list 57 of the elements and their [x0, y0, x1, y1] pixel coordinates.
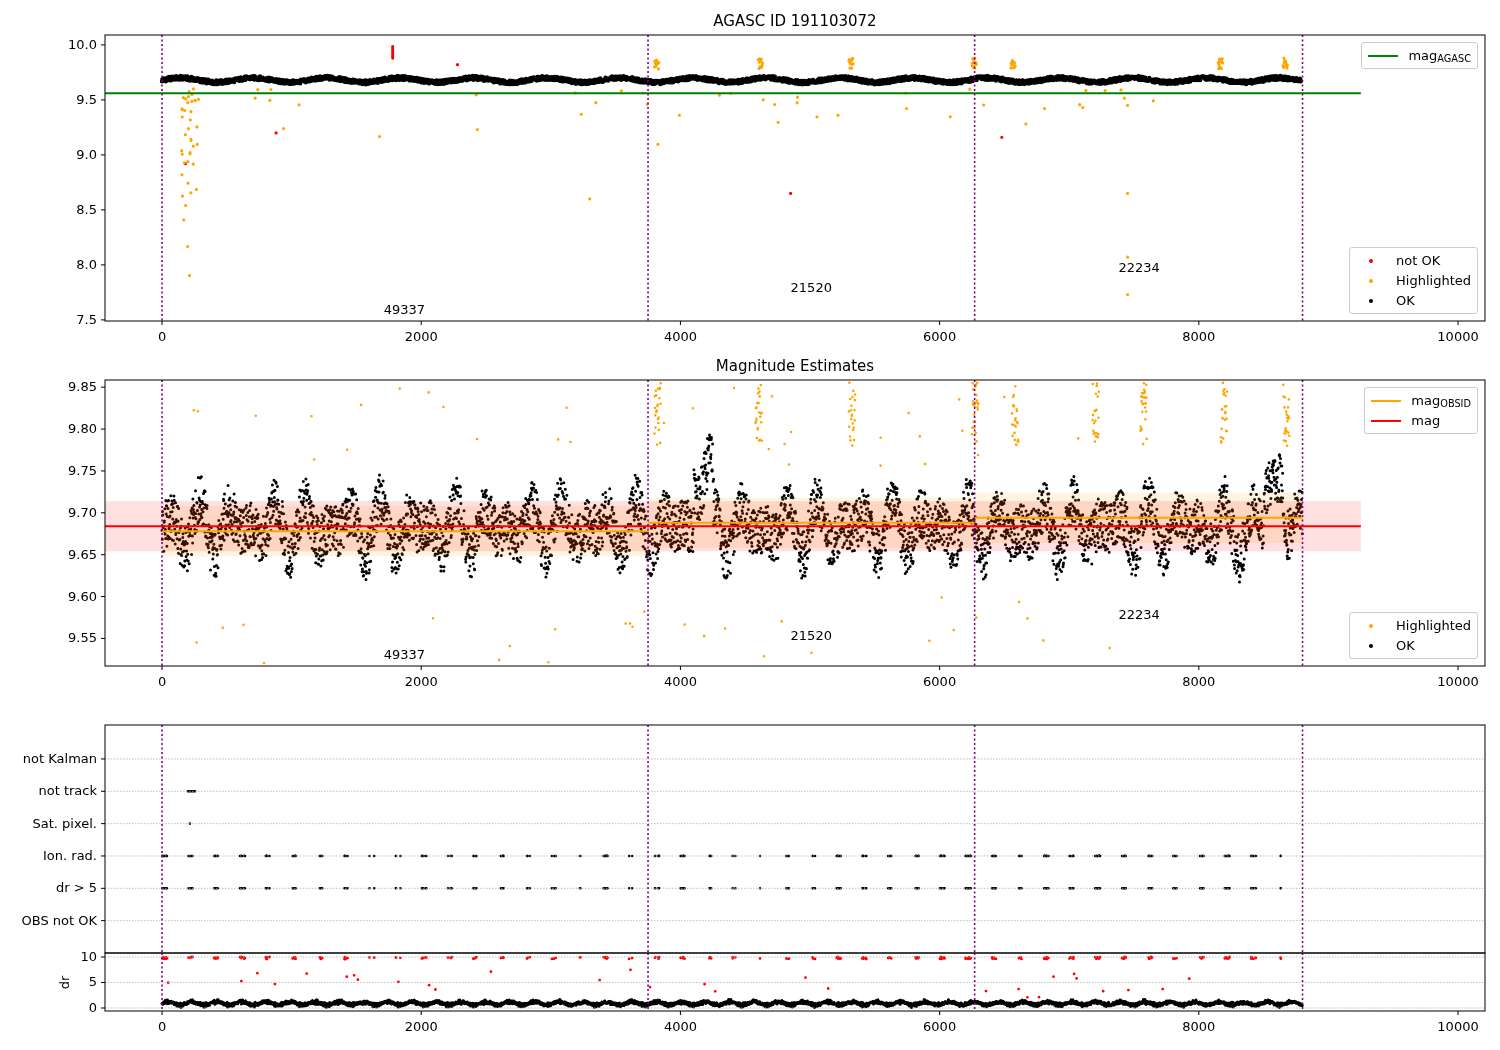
x-tick-label: 8000 — [1182, 1019, 1216, 1034]
y-tick-label: 9.85 — [68, 379, 97, 395]
chart-title: Magnitude Estimates — [715, 356, 875, 376]
y-tick-label: 10.0 — [68, 36, 97, 52]
annotation-label: 21520 — [790, 628, 832, 644]
y-tick-label: Ion. rad. — [43, 847, 97, 863]
y-tick-label: 7.5 — [76, 311, 97, 327]
legend-label: mag$_{AGASC}$ — [1408, 47, 1471, 64]
y-tick-label: 9.0 — [76, 146, 97, 162]
legend-label: OK — [1396, 637, 1415, 654]
x-tick-label: 6000 — [923, 1019, 957, 1034]
annotation-label: 49337 — [383, 647, 425, 663]
y-tick-label: 8.5 — [76, 201, 97, 217]
x-tick-label: 8000 — [1182, 329, 1216, 344]
annotation-label: 22234 — [1118, 259, 1160, 275]
x-tick-label: 2000 — [404, 674, 438, 689]
y-tick-label: 9.5 — [76, 91, 97, 107]
y-tick-label: 9.55 — [68, 630, 97, 646]
x-tick-label: 4000 — [663, 674, 697, 689]
y-tick-label: not track — [38, 783, 97, 799]
x-tick-label: 0 — [157, 329, 167, 344]
legend-label: mag — [1411, 412, 1441, 429]
y-tick-label: OBS not OK — [21, 912, 97, 928]
y-tick-label: 10 — [80, 948, 97, 964]
legend-label: mag$_{OBSID}$ — [1411, 392, 1471, 409]
y-tick-label: 9.70 — [68, 504, 97, 520]
annotation-label: 21520 — [790, 280, 832, 296]
x-tick-label: 10000 — [1437, 329, 1479, 344]
y-tick-label: Sat. pixel. — [32, 815, 97, 831]
y-tick-label: 0 — [88, 1000, 97, 1015]
figure-title: AGASC ID 191103072 — [713, 11, 877, 31]
x-tick-label: 2000 — [404, 1019, 438, 1034]
y-tick-label: 9.65 — [68, 546, 97, 562]
y-tick-label: 5 — [88, 974, 97, 990]
annotation-label: 22234 — [1118, 607, 1160, 623]
legend-label: Highlighted — [1396, 617, 1471, 634]
axis-label: dr — [57, 975, 73, 990]
x-tick-label: 10000 — [1437, 1019, 1479, 1034]
x-tick-label: 2000 — [404, 329, 438, 344]
y-tick-label: dr > 5 — [55, 880, 97, 896]
x-tick-label: 6000 — [923, 329, 957, 344]
x-tick-label: 0 — [157, 674, 167, 689]
y-tick-label: 8.0 — [76, 256, 97, 272]
x-tick-label: 10000 — [1437, 674, 1479, 689]
y-tick-label: 9.75 — [68, 462, 97, 478]
y-tick-label: 9.80 — [68, 421, 97, 437]
legend-label: OK — [1396, 292, 1415, 309]
annotation-label: 49337 — [383, 302, 425, 318]
legend-label: not OK — [1396, 252, 1441, 269]
x-tick-label: 6000 — [923, 674, 957, 689]
y-tick-label: 9.60 — [68, 588, 97, 604]
x-tick-label: 4000 — [663, 1019, 697, 1034]
x-tick-label: 4000 — [663, 329, 697, 344]
y-tick-label: not Kalman — [22, 750, 97, 766]
x-tick-label: 0 — [157, 1019, 167, 1034]
legend-label: Highlighted — [1396, 272, 1471, 289]
x-tick-label: 8000 — [1182, 674, 1216, 689]
